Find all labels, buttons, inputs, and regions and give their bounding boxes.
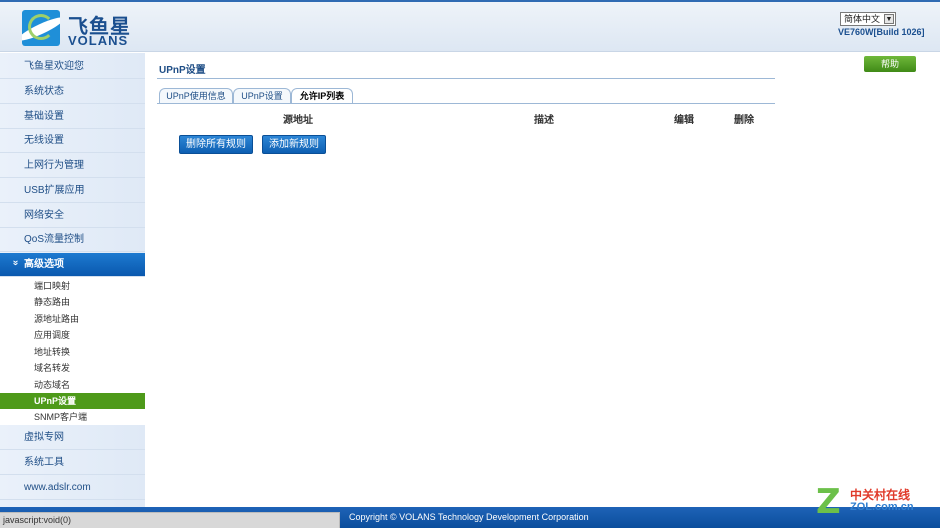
submenu-source-route[interactable]: 源地址路由 bbox=[0, 311, 145, 327]
column-header-description: 描述 bbox=[534, 115, 554, 126]
sidebar-item-label: 高级选项 bbox=[24, 259, 64, 270]
sidebar-item-wireless[interactable]: 无线设置 bbox=[0, 129, 145, 153]
language-select[interactable]: 简体中文 ▼ bbox=[840, 12, 896, 26]
header-bar: 飞鱼星 VOLANS 简体中文 ▼ VE760W[Build 1026] bbox=[0, 2, 940, 52]
submenu-upnp[interactable]: UPnP设置 bbox=[0, 393, 145, 409]
sidebar: 飞鱼星欢迎您 系统状态 基础设置 无线设置 上网行为管理 USB扩展应用 网络安… bbox=[0, 53, 145, 507]
volans-logo-icon bbox=[22, 10, 60, 46]
zol-logo-icon: Z bbox=[816, 482, 841, 522]
chevron-down-icon[interactable]: ▼ bbox=[884, 14, 894, 24]
sidebar-item-welcome[interactable]: 飞鱼星欢迎您 bbox=[0, 55, 145, 79]
sidebar-item-website-link[interactable]: www.adslr.com bbox=[0, 476, 145, 500]
sidebar-item-system-status[interactable]: 系统状态 bbox=[0, 80, 145, 104]
column-header-delete: 删除 bbox=[734, 115, 754, 126]
tab-divider bbox=[157, 103, 775, 104]
double-chevron-down-icon: » bbox=[10, 260, 21, 266]
logo-english-text: VOLANS bbox=[68, 33, 129, 48]
delete-all-rules-button[interactable]: 删除所有规则 bbox=[179, 135, 253, 154]
sidebar-item-basic-settings[interactable]: 基础设置 bbox=[0, 105, 145, 129]
advanced-submenu: 端口映射 静态路由 源地址路由 应用调度 地址转换 域名转发 动态域名 UPnP… bbox=[0, 277, 145, 425]
add-rule-button[interactable]: 添加新规则 bbox=[262, 135, 326, 154]
submenu-address-translation[interactable]: 地址转换 bbox=[0, 344, 145, 360]
submenu-static-route[interactable]: 静态路由 bbox=[0, 294, 145, 310]
zol-watermark: Z 中关村在线 ZOL.com.cn bbox=[816, 484, 940, 528]
copyright-text: Copyright © VOLANS Technology Developmen… bbox=[349, 512, 589, 522]
watermark-english-text: ZOL.com.cn bbox=[850, 501, 914, 513]
sidebar-item-system-tools[interactable]: 系统工具 bbox=[0, 451, 145, 475]
column-header-edit: 编辑 bbox=[674, 115, 694, 126]
title-divider bbox=[157, 78, 775, 79]
page-title: UPnP设置 bbox=[159, 65, 206, 76]
sidebar-item-behavior-management[interactable]: 上网行为管理 bbox=[0, 154, 145, 178]
submenu-snmp-client[interactable]: SNMP客户端 bbox=[0, 409, 145, 425]
submenu-port-mapping[interactable]: 端口映射 bbox=[0, 278, 145, 294]
submenu-dynamic-dns[interactable]: 动态域名 bbox=[0, 377, 145, 393]
firmware-build-label: VE760W[Build 1026] bbox=[838, 27, 925, 37]
browser-status-bar: javascript:void(0) bbox=[0, 512, 340, 528]
sidebar-item-usb[interactable]: USB扩展应用 bbox=[0, 179, 145, 203]
sidebar-item-qos[interactable]: QoS流量控制 bbox=[0, 228, 145, 252]
sidebar-item-advanced[interactable]: » 高级选项 bbox=[0, 253, 145, 277]
submenu-domain-forwarding[interactable]: 域名转发 bbox=[0, 360, 145, 376]
tab-upnp-settings[interactable]: UPnP设置 bbox=[233, 88, 291, 103]
column-header-source-address: 源地址 bbox=[283, 115, 313, 126]
sidebar-item-network-security[interactable]: 网络安全 bbox=[0, 204, 145, 228]
submenu-app-scheduling[interactable]: 应用调度 bbox=[0, 327, 145, 343]
tab-upnp-info[interactable]: UPnP使用信息 bbox=[159, 88, 233, 103]
help-button[interactable]: 帮助 bbox=[864, 56, 916, 72]
language-select-value: 简体中文 bbox=[844, 14, 881, 24]
tab-allowed-ip-list[interactable]: 允许IP列表 bbox=[291, 88, 353, 103]
sidebar-item-vpn[interactable]: 虚拟专网 bbox=[0, 426, 145, 450]
